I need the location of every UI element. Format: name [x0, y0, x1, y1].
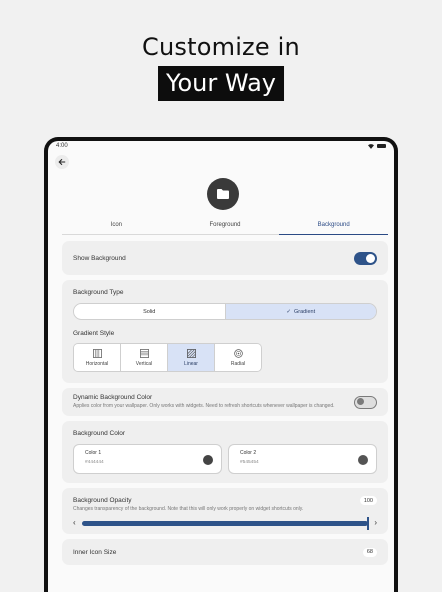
color-1-title: Color 1: [85, 450, 102, 456]
background-type-label: Background Type: [73, 289, 124, 296]
background-opacity-label: Background Opacity: [73, 497, 132, 504]
show-background-label: Show Background: [73, 254, 126, 262]
chevron-right-icon[interactable]: ›: [374, 519, 377, 527]
promo-headline-highlight: Your Way: [158, 66, 284, 101]
tablet-frame: 4:00 Icon Foreground Background Show Bac…: [44, 137, 398, 592]
status-bar: 4:00: [48, 141, 394, 151]
color-2-title: Color 2: [240, 450, 257, 456]
folder-icon: [217, 189, 229, 199]
style-horizontal-label: Horizontal: [85, 360, 109, 367]
option-gradient-label: Gradient: [294, 308, 316, 315]
style-radial-label: Radial: [230, 360, 246, 367]
color-picker-row: Color 1 #444444 Color 2 #545454: [73, 444, 377, 474]
inner-icon-size-value: 68: [362, 547, 377, 557]
dynamic-background-card[interactable]: Dynamic Background Color Applies color f…: [62, 388, 388, 416]
show-background-card[interactable]: Show Background: [62, 241, 388, 275]
chevron-left-icon[interactable]: ‹: [73, 519, 76, 527]
dynamic-background-label: Dynamic Background Color: [73, 394, 153, 401]
back-button[interactable]: [55, 155, 69, 169]
background-opacity-card: Background Opacity 100 Changes transpare…: [62, 488, 388, 534]
battery-icon: [377, 144, 386, 148]
color-2-value: #545454: [240, 460, 259, 465]
dynamic-background-toggle[interactable]: [354, 395, 377, 409]
vertical-gradient-icon: [139, 348, 149, 358]
toggle-knob: [357, 398, 364, 405]
color-1-swatch: [203, 455, 213, 465]
dynamic-background-description: Applies color from your wallpaper. Only …: [73, 403, 335, 409]
color-2-swatch: [358, 455, 368, 465]
gradient-style-selector: Horizontal Vertical Linear Radial: [73, 343, 262, 372]
background-opacity-value: 100: [359, 496, 377, 505]
inner-icon-size-label: Inner Icon Size: [73, 548, 117, 556]
linear-gradient-icon: [186, 348, 196, 358]
style-radial[interactable]: Radial: [214, 344, 261, 371]
status-icons: [368, 143, 386, 149]
radial-gradient-icon: [233, 348, 243, 358]
background-opacity-description: Changes transparency of the background. …: [73, 506, 304, 512]
color-1-picker[interactable]: Color 1 #444444: [73, 444, 222, 474]
style-linear-label: Linear: [184, 360, 198, 367]
background-type-card: Background Type Solid ✓ Gradient Gradien…: [62, 280, 388, 383]
background-color-card: Background Color Color 1 #444444 Color 2…: [62, 421, 388, 483]
app-screen: 4:00 Icon Foreground Background Show Bac…: [48, 141, 394, 592]
promo-headline: Customize in: [142, 33, 300, 61]
opacity-slider-row: ‹ ›: [73, 516, 377, 530]
opacity-slider-thumb[interactable]: [367, 516, 370, 530]
background-color-label: Background Color: [73, 430, 126, 437]
style-linear[interactable]: Linear: [167, 344, 214, 371]
inner-icon-size-card: Inner Icon Size 68: [62, 539, 388, 565]
wifi-icon: [368, 143, 374, 149]
option-gradient[interactable]: ✓ Gradient: [224, 304, 376, 319]
option-solid[interactable]: Solid: [74, 304, 225, 319]
tab-background[interactable]: Background: [279, 219, 388, 235]
background-type-selector: Solid ✓ Gradient: [73, 303, 377, 320]
color-2-picker[interactable]: Color 2 #545454: [228, 444, 377, 474]
show-background-toggle[interactable]: [354, 251, 377, 265]
style-horizontal[interactable]: Horizontal: [74, 344, 120, 371]
status-time: 4:00: [56, 143, 68, 149]
color-1-value: #444444: [85, 460, 104, 465]
tab-bar: Icon Foreground Background: [62, 219, 388, 235]
gradient-style-label: Gradient Style: [73, 330, 115, 337]
settings-list: Show Background Background Type Solid ✓ …: [62, 241, 388, 570]
style-vertical[interactable]: Vertical: [120, 344, 167, 371]
horizontal-gradient-icon: [92, 348, 102, 358]
style-vertical-label: Vertical: [135, 360, 153, 367]
opacity-slider[interactable]: [81, 516, 370, 530]
back-arrow-icon: [58, 158, 66, 166]
tab-icon[interactable]: Icon: [62, 219, 171, 234]
check-icon: ✓: [286, 308, 291, 315]
app-icon-preview: [207, 178, 239, 210]
tab-foreground[interactable]: Foreground: [171, 219, 280, 234]
toggle-knob: [366, 253, 375, 263]
